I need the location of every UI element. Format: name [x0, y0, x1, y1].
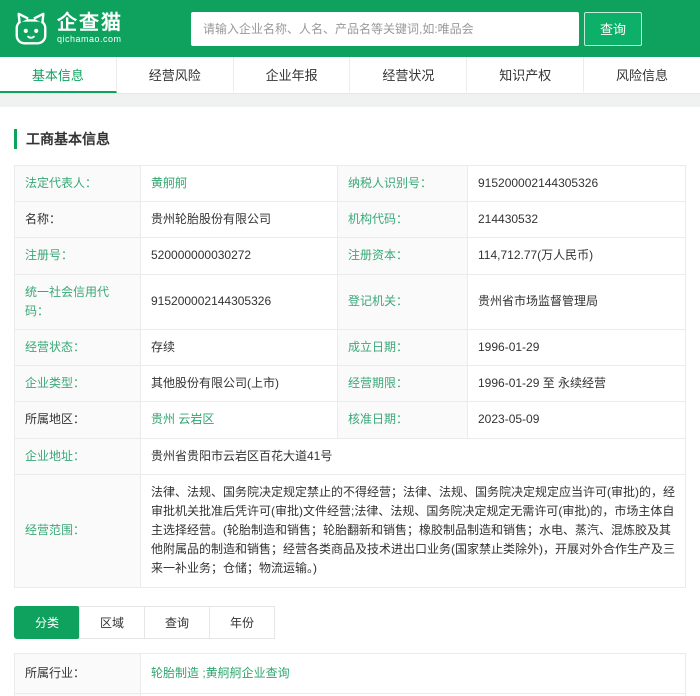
business-term-value: 1996-01-29 至 永续经营 [467, 365, 686, 403]
taxpayer-id-value: 915200002144305326 [467, 164, 686, 203]
search-bar: 查询 [191, 11, 642, 46]
brand-domain: qichamao.com [57, 34, 122, 44]
filter-tab-query[interactable]: 查询 [144, 605, 211, 639]
field-label-founded-date: 成立日期： [337, 328, 468, 367]
tab-operations[interactable]: 经营状况 [350, 57, 468, 93]
brand-name: 企查猫 [57, 12, 123, 34]
field-label-region: 所属地区： [14, 401, 141, 439]
field-label-reg-capital: 注册资本： [337, 237, 468, 275]
filter-tab-region[interactable]: 区域 [79, 605, 146, 639]
nav-tabs: 基本信息 经营风险 企业年报 经营状况 知识产权 风险信息 [0, 57, 700, 94]
table-row: 统一社会信用代码： 915200002144305326 登记机关： 贵州省市场… [14, 273, 686, 330]
cat-logo-icon [15, 12, 47, 44]
founded-date-value: 1996-01-29 [467, 328, 686, 367]
business-scope-value: 法律、法规、国务院决定规定禁止的不得经营；法律、法规、国务院决定规定应当许可(审… [140, 473, 686, 588]
filter-tab-year[interactable]: 年份 [209, 605, 276, 639]
status-value: 存续 [140, 328, 338, 367]
section-title: 工商基本信息 [14, 129, 686, 149]
org-code-value: 214430532 [467, 201, 686, 239]
field-label-approval-date: 核准日期： [337, 401, 468, 439]
field-label-status: 经营状态： [14, 328, 141, 367]
logo-text: 企查猫 qichamao.com [57, 12, 123, 45]
business-info-table: 法定代表人： 黄舸舸 纳税人识别号： 915200002144305326 名称… [14, 164, 686, 588]
search-input[interactable] [191, 11, 579, 46]
tab-annual-report[interactable]: 企业年报 [234, 57, 351, 93]
registry-authority-value: 贵州省市场监督管理局 [467, 273, 686, 330]
field-label-company-type: 企业类型： [14, 365, 141, 403]
table-row: 企业地址： 贵州省贵阳市云岩区百花大道41号 [14, 437, 686, 475]
filter-tab-category[interactable]: 分类 [14, 605, 81, 639]
field-label-credit-code: 统一社会信用代码： [14, 273, 141, 330]
company-name-value: 贵州轮胎股份有限公司 [140, 201, 338, 239]
tab-basic-info[interactable]: 基本信息 [0, 57, 117, 93]
approval-date-value: 2023-05-09 [467, 401, 686, 439]
table-row: 所属行业： 轮胎制造 ;黄舸舸企业查询 [14, 652, 686, 694]
app-header: 企查猫 qichamao.com 查询 [0, 0, 700, 57]
reg-number-value: 520000000030272 [140, 237, 338, 275]
field-label-company-name: 名称： [14, 201, 141, 239]
field-label-address: 企业地址： [14, 437, 141, 475]
industry-links[interactable]: 轮胎制造 ;黄舸舸企业查询 [151, 666, 290, 680]
field-label-reg-number: 注册号： [14, 237, 141, 275]
credit-code-value: 915200002144305326 [140, 273, 338, 330]
tab-business-risk[interactable]: 经营风险 [117, 57, 234, 93]
tab-intellectual-property[interactable]: 知识产权 [467, 57, 585, 93]
field-label-org-code: 机构代码： [337, 201, 468, 239]
field-label-business-term: 经营期限： [337, 365, 468, 403]
region-link[interactable]: 贵州 云岩区 [151, 412, 214, 426]
table-row: 法定代表人： 黄舸舸 纳税人识别号： 915200002144305326 [14, 164, 686, 203]
field-label-business-scope: 经营范围： [14, 473, 141, 588]
tab-risk-info[interactable]: 风险信息 [584, 57, 700, 93]
table-row: 名称： 贵州轮胎股份有限公司 机构代码： 214430532 [14, 201, 686, 239]
reg-capital-value: 114,712.77(万人民币) [467, 237, 686, 275]
field-label-legal-rep: 法定代表人： [14, 164, 141, 203]
field-label-registry-authority: 登记机关： [337, 273, 468, 330]
field-label-taxpayer-id: 纳税人识别号： [337, 164, 468, 203]
filter-tabs: 分类 区域 查询 年份 [14, 605, 686, 639]
table-row: 所属地区： 贵州 云岩区 核准日期： 2023-05-09 [14, 401, 686, 439]
main-content: 工商基本信息 法定代表人： 黄舸舸 纳税人识别号： 91520000214430… [0, 107, 700, 696]
address-value: 贵州省贵阳市云岩区百花大道41号 [140, 437, 686, 475]
company-type-value: 其他股份有限公司(上市) [140, 365, 338, 403]
legal-rep-link[interactable]: 黄舸舸 [151, 176, 187, 190]
table-row: 经营状态： 存续 成立日期： 1996-01-29 [14, 328, 686, 367]
logo[interactable]: 企查猫 qichamao.com [12, 10, 123, 48]
field-label-industry: 所属行业： [14, 652, 141, 694]
tags-table: 所属行业： 轮胎制造 ;黄舸舸企业查询 前瞻标签： 养老公寓 ;餐饮 展会标签：… [14, 652, 686, 696]
table-row: 企业类型： 其他股份有限公司(上市) 经营期限： 1996-01-29 至 永续… [14, 365, 686, 403]
table-row: 注册号： 520000000030272 注册资本： 114,712.77(万人… [14, 237, 686, 275]
table-row: 经营范围： 法律、法规、国务院决定规定禁止的不得经营；法律、法规、国务院决定规定… [14, 473, 686, 588]
search-button[interactable]: 查询 [584, 11, 642, 46]
